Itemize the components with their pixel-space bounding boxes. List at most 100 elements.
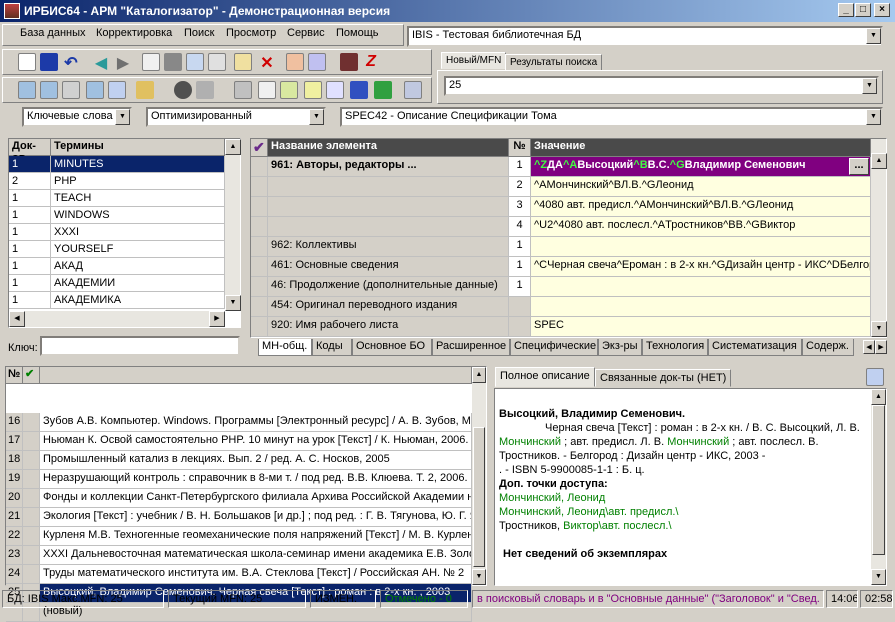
- maximize-button[interactable]: □: [855, 3, 871, 17]
- worksheet-tab[interactable]: Расширенное: [432, 339, 510, 356]
- doc-yellow-icon[interactable]: [304, 81, 322, 99]
- terms-row[interactable]: 1 TEACH: [9, 190, 225, 207]
- terms-row[interactable]: 1 YOURSELF: [9, 241, 225, 258]
- scroll-left-icon[interactable]: ◀: [9, 311, 25, 327]
- value-cell-selected[interactable]: ^ZДА^AВысоцкий^BВ.С.^GВладимир Семенович…: [531, 157, 871, 177]
- value-cell[interactable]: ^4080 авт. предисл.^AМончинский^BЛ.В.^GЛ…: [531, 197, 871, 217]
- scroll-up-icon[interactable]: ▲: [871, 389, 886, 405]
- terms-row[interactable]: 1 MINUTES: [9, 156, 225, 173]
- terms-row[interactable]: 1 АКАД: [9, 258, 225, 275]
- list-row-check[interactable]: [23, 413, 40, 432]
- terms-row[interactable]: 1 АКАДЕМИИ: [9, 275, 225, 292]
- terms-scrollbar[interactable]: [225, 139, 240, 311]
- list-row[interactable]: 21 Экология [Текст] : учебник / В. Н. Бол…: [6, 508, 472, 527]
- menu-search[interactable]: Поиск: [184, 27, 214, 39]
- record-row[interactable]: 454: Оригинал переводного издания: [251, 297, 871, 317]
- film-icon[interactable]: [340, 53, 358, 71]
- comment3-icon[interactable]: [86, 81, 104, 99]
- desc-link[interactable]: Мончинский: [667, 436, 729, 448]
- minimize-button[interactable]: _: [838, 3, 854, 17]
- doc-list-icon[interactable]: [186, 53, 204, 71]
- doc-red-icon[interactable]: [286, 53, 304, 71]
- scroll-up-icon[interactable]: ▲: [871, 153, 887, 169]
- back-icon[interactable]: ◀: [92, 53, 110, 72]
- desc-link[interactable]: Мончинский, Леонид\авт. предисл.\: [499, 506, 679, 518]
- forward-icon[interactable]: ▶: [114, 53, 132, 72]
- list-row-check[interactable]: [23, 508, 40, 527]
- value-cell[interactable]: [531, 237, 871, 257]
- scroll-up-icon[interactable]: ▲: [472, 367, 486, 383]
- list-row[interactable]: 24 Труды математического института им. В.…: [6, 565, 472, 584]
- worksheet-tab[interactable]: Экз-ры: [598, 339, 642, 356]
- record-row[interactable]: 461: Основные сведения 1 ^CЧерная свеча^Eр…: [251, 257, 871, 277]
- worksheet-tab[interactable]: Коды: [312, 339, 352, 356]
- key-input[interactable]: [40, 336, 240, 356]
- mail-icon[interactable]: [62, 81, 80, 99]
- worksheet-tab[interactable]: Систематизация: [708, 339, 802, 356]
- format-select[interactable]: Оптимизированный ▼: [146, 107, 326, 127]
- scroll-down-icon[interactable]: ▼: [225, 295, 241, 311]
- scroll-up-icon[interactable]: ▲: [225, 139, 241, 155]
- worksheet-tab[interactable]: Основное БО: [352, 339, 432, 356]
- new-doc-icon[interactable]: [18, 53, 36, 71]
- record-row[interactable]: 961: Авторы, редакторы ... 1 ^ZДА^AВысоцки…: [251, 157, 871, 177]
- view-icon[interactable]: [174, 81, 192, 99]
- record-row[interactable]: 46: Продолжение (дополнительные данные) 1: [251, 277, 871, 297]
- menu-service[interactable]: Сервис: [287, 27, 325, 39]
- print-icon[interactable]: [234, 81, 252, 99]
- settings-icon[interactable]: [404, 81, 422, 99]
- list-row[interactable]: 19 Неразрушающий контроль : справочник в …: [6, 470, 472, 489]
- desc-link[interactable]: Виктор\авт. послесл.\: [563, 520, 671, 532]
- value-cell[interactable]: ^AМончинский^BЛ.В.^GЛеонид: [531, 177, 871, 197]
- spec-select[interactable]: SPEC42 - Описание Спецификации Тома ▼: [340, 107, 883, 127]
- terms-row[interactable]: 1 XXXI: [9, 224, 225, 241]
- delete-icon[interactable]: ✕: [258, 53, 276, 72]
- tab-linked-docs[interactable]: Связанные док-ты (НЕТ): [595, 369, 732, 387]
- comment2-icon[interactable]: [40, 81, 58, 99]
- database-select[interactable]: IBIS - Тестовая библиотечная БД ▼: [407, 26, 883, 47]
- record-row[interactable]: 2 ^AМончинский^BЛ.В.^GЛеонид: [251, 177, 871, 197]
- list-row[interactable]: 22 Курленя М.В. Техногенные геомеханическ…: [6, 527, 472, 546]
- terms-row[interactable]: 2 PHP: [9, 173, 225, 190]
- record-row[interactable]: 3 ^4080 авт. предисл.^AМончинский^BЛ.В.^G…: [251, 197, 871, 217]
- chevron-down-icon[interactable]: ▼: [866, 109, 881, 125]
- close-button[interactable]: ×: [874, 3, 890, 17]
- hand-icon[interactable]: [136, 81, 154, 99]
- copy-icon[interactable]: [142, 53, 160, 71]
- scroll-thumb[interactable]: [473, 427, 485, 567]
- menu-edit[interactable]: Корректировка: [96, 27, 172, 39]
- z-icon[interactable]: Z: [362, 53, 380, 71]
- list-row[interactable]: 17 Ньюман К. Освой самостоятельно PHP. 10…: [6, 432, 472, 451]
- tab-full-description[interactable]: Полное описание: [495, 367, 595, 387]
- list-row-check[interactable]: [23, 489, 40, 508]
- list-row-check[interactable]: [23, 565, 40, 584]
- value-cell[interactable]: ^CЧерная свеча^Eроман : в 2-х кн.^GДизай…: [531, 257, 871, 277]
- save-icon[interactable]: [40, 53, 58, 71]
- menu-view[interactable]: Просмотр: [226, 27, 276, 39]
- list-row[interactable]: 20 Фонды и коллекции Санкт-Петербургского…: [6, 489, 472, 508]
- undo-icon[interactable]: ↶: [62, 53, 80, 72]
- record-row[interactable]: 920: Имя рабочего листа SPEC: [251, 317, 871, 337]
- tab-search-results[interactable]: Результаты поиска: [505, 54, 603, 71]
- list-row[interactable]: 23 XXXI Дальневосточная математическая шк…: [6, 546, 472, 565]
- tab-new-mfn[interactable]: Новый/MFN: [441, 52, 507, 69]
- worksheet-tab[interactable]: Технология: [642, 339, 708, 356]
- list-row-check[interactable]: [23, 527, 40, 546]
- list-row-check[interactable]: [23, 546, 40, 565]
- stack-icon[interactable]: [196, 81, 214, 99]
- comment-icon[interactable]: [18, 81, 36, 99]
- list-row[interactable]: 16 Зубов А.В. Компьютер. Windows. Програм…: [6, 413, 472, 432]
- value-cell[interactable]: SPEC: [531, 317, 871, 337]
- record-row[interactable]: 4 ^U2^4080 авт. послесл.^AТростников^BВ.^…: [251, 217, 871, 237]
- doc-blue-icon[interactable]: [308, 53, 326, 71]
- list-row[interactable]: 18 Промышленный катализ в лекциях. Вып. 2…: [6, 451, 472, 470]
- chevron-down-icon[interactable]: ▼: [866, 28, 881, 44]
- desc-link[interactable]: Мончинский, Леонид: [499, 492, 605, 504]
- pencil-icon[interactable]: [234, 53, 252, 71]
- grid-icon[interactable]: [164, 53, 182, 71]
- worksheet-tab[interactable]: МН-общ.: [258, 339, 312, 356]
- doc-edit-icon[interactable]: [208, 53, 226, 71]
- menu-help[interactable]: Помощь: [336, 27, 379, 39]
- list-row-check[interactable]: [23, 451, 40, 470]
- export-icon[interactable]: [280, 81, 298, 99]
